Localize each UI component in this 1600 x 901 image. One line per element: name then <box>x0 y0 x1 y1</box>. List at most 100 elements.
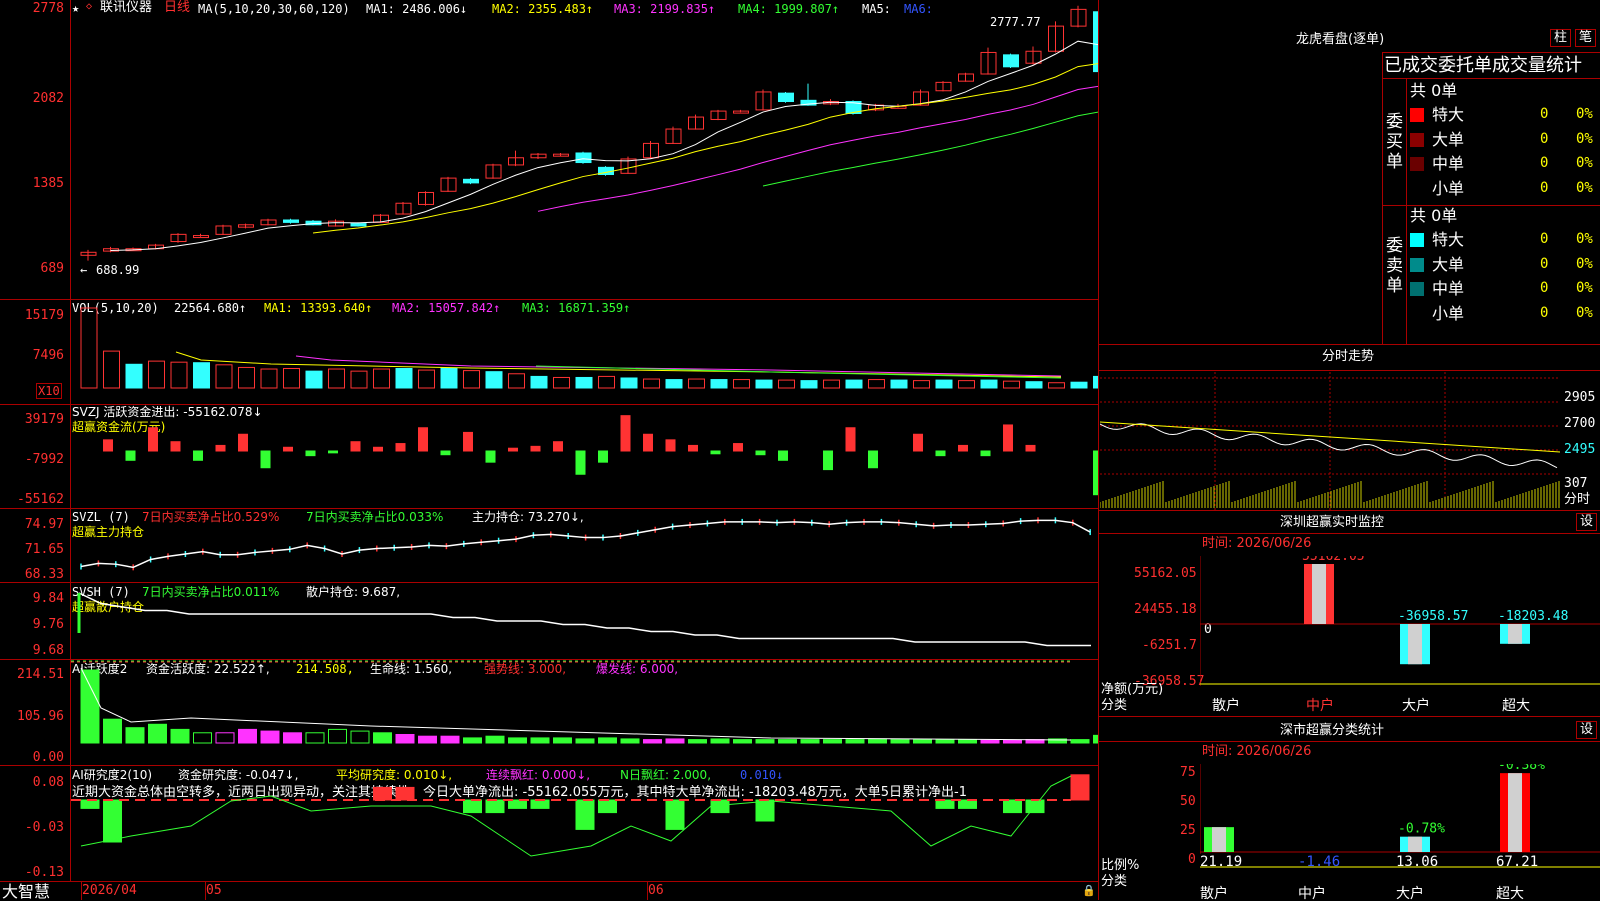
bar <box>575 738 595 744</box>
bar <box>1070 774 1090 801</box>
svzj-chart[interactable] <box>71 405 1098 508</box>
date-label: 06 <box>648 883 664 898</box>
svsh-line <box>78 592 1091 647</box>
bar <box>553 737 572 744</box>
axis-label: 0.00 <box>32 750 64 765</box>
ai-activity-chart[interactable] <box>71 660 1098 765</box>
color-swatch <box>1410 233 1424 247</box>
bar <box>125 727 145 744</box>
svsh-chart[interactable] <box>71 583 1098 659</box>
candle <box>463 178 479 184</box>
bar <box>733 739 752 744</box>
monitor-value-label: -36958.57 <box>1398 609 1468 624</box>
axis-label: 2082 <box>32 91 64 106</box>
bar <box>845 379 863 389</box>
ma2-line <box>312 63 1098 234</box>
trend-axis: 2905 <box>1564 390 1596 405</box>
row-label: 大单 <box>1432 254 1465 274</box>
stats-ylabel: 比例% <box>1101 858 1140 873</box>
monitor-settings-button[interactable]: 设 <box>1576 513 1598 531</box>
stats-settings-button[interactable]: 设 <box>1576 721 1598 739</box>
category-label: 超大 <box>1496 886 1524 900</box>
stats-value-label: 13.06 <box>1396 854 1438 870</box>
row-percent: 0% <box>1576 280 1593 296</box>
tick-view-button[interactable]: 笔 <box>1575 29 1597 47</box>
axis-label: 68.33 <box>24 567 64 582</box>
axis-label: 0.08 <box>32 775 64 790</box>
stats-chart[interactable]: 21.19 散户 -1.46 中户 -0.78% 13.06 大户 -0.38% 67.21 超大 <box>1200 764 1600 900</box>
bar <box>620 738 640 744</box>
bar <box>688 378 705 389</box>
axis-label: 15179 <box>24 308 64 323</box>
bar <box>868 738 887 744</box>
axis-label: 9.76 <box>32 617 64 632</box>
bar <box>530 799 550 809</box>
bar <box>688 739 707 744</box>
bar <box>710 450 721 455</box>
bar <box>328 450 338 454</box>
color-swatch <box>1410 257 1424 272</box>
candle <box>1003 54 1019 68</box>
bar <box>1003 739 1022 744</box>
axis-label: -7992 <box>24 452 64 467</box>
bar <box>485 735 505 744</box>
bar <box>553 441 563 452</box>
monitor-chart[interactable]: 散户 55162.05 中户 -36958.57 大户 -18203.48 超大 <box>1200 556 1600 716</box>
category-label: 大户 <box>1396 885 1424 900</box>
vol-chart[interactable] <box>71 300 1098 404</box>
buy-count: 共 0单 <box>1410 81 1458 100</box>
bar <box>620 377 638 389</box>
bar <box>643 433 653 452</box>
bar <box>575 376 593 389</box>
monitor-xlabel: 分类 <box>1101 698 1128 713</box>
intraday-chart[interactable] <box>1100 372 1560 510</box>
bar <box>260 730 280 744</box>
bar-view-button[interactable]: 柱 <box>1550 29 1572 47</box>
ma3-line <box>537 85 1098 212</box>
bar <box>778 739 797 744</box>
bar <box>440 450 451 456</box>
bar <box>418 369 435 389</box>
svzl-chart[interactable] <box>71 509 1098 582</box>
bar <box>1003 380 1020 389</box>
bar <box>148 723 167 744</box>
bar <box>463 370 480 389</box>
row-label: 小单 <box>1432 178 1465 198</box>
category-label: 中户 <box>1298 885 1326 900</box>
color-swatch <box>1410 108 1424 122</box>
category-label: 大户 <box>1402 697 1430 714</box>
bar <box>598 737 617 744</box>
bar <box>1048 382 1065 389</box>
monitor-time: 时间: 2026/06/26 <box>1202 536 1312 551</box>
bar <box>935 379 953 389</box>
ai-research-chart[interactable] <box>71 766 1098 881</box>
bar <box>170 441 181 452</box>
lock-icon[interactable]: 🔒 <box>1082 884 1096 898</box>
vol-unit-badge: X10 <box>36 383 62 399</box>
price-line <box>1100 423 1558 469</box>
bar <box>238 366 255 389</box>
stats-value-label: -1.46 <box>1298 854 1340 870</box>
bar <box>710 799 730 814</box>
bar <box>1003 799 1022 814</box>
bar <box>103 350 120 389</box>
kline-chart[interactable] <box>71 0 1098 299</box>
axis-label: -0.13 <box>24 865 64 880</box>
bar <box>733 443 743 452</box>
axis-label: 39179 <box>24 412 64 427</box>
stats-bar-highlight <box>1508 773 1522 852</box>
bar <box>553 376 570 389</box>
order-stats-tab[interactable]: 已成交委托单成交量统计 <box>1384 56 1582 76</box>
bar <box>575 799 595 830</box>
bar <box>598 375 615 389</box>
bar <box>755 379 773 389</box>
monitor-value-label: -18203.48 <box>1498 609 1568 624</box>
row-value: 0 <box>1540 304 1549 321</box>
bar <box>755 450 766 456</box>
bar <box>980 379 998 389</box>
bar <box>913 433 923 452</box>
color-swatch <box>1410 157 1424 171</box>
bar <box>598 450 608 463</box>
bar <box>778 379 795 389</box>
candle <box>1093 11 1098 73</box>
